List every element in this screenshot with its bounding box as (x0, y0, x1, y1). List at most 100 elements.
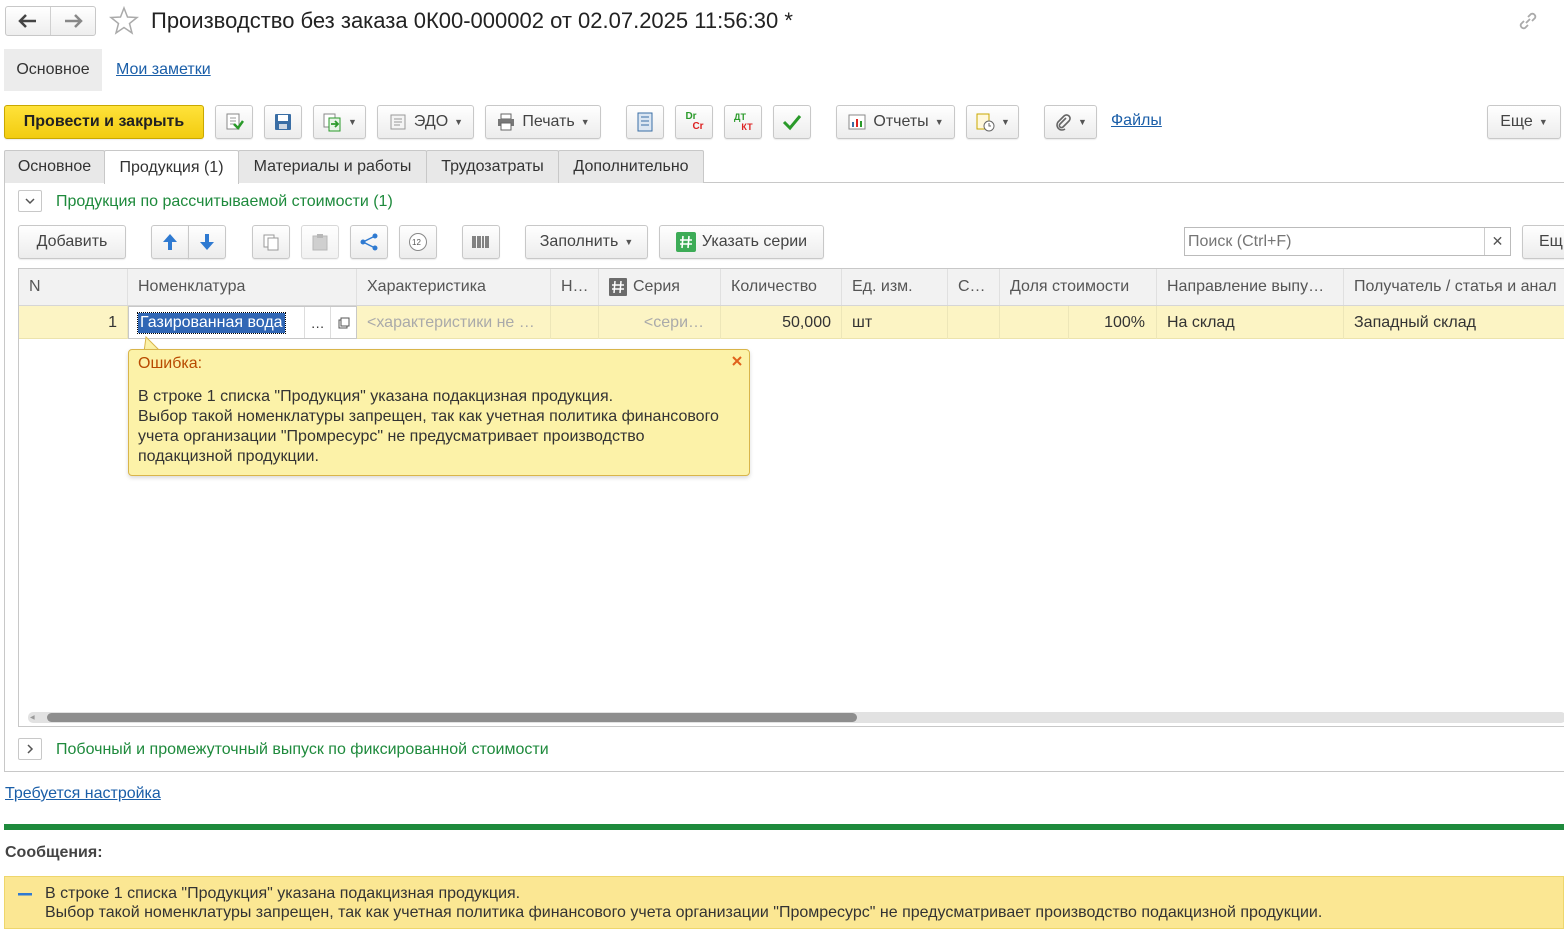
section2-toggle[interactable] (18, 738, 42, 760)
share-button[interactable] (350, 225, 388, 259)
col-nomenclature[interactable]: Номенклатура (128, 269, 357, 305)
error-line-4: подакцизной продукции. (138, 448, 319, 465)
numbering-button[interactable]: 12 (399, 225, 437, 259)
chevron-right-icon (27, 744, 34, 754)
col-recipient[interactable]: Получатель / статья и анал (1344, 269, 1564, 305)
paste-button[interactable] (301, 225, 339, 259)
edo-button[interactable]: ЭДО ▼ (377, 105, 474, 139)
nav-my-notes[interactable]: Мои заметки (116, 61, 211, 79)
chevron-down-icon: ▼ (580, 117, 590, 127)
link-icon[interactable] (1517, 10, 1539, 32)
col-quantity[interactable]: Количество (721, 269, 842, 305)
dr-cr-button[interactable]: Dr Cr (675, 105, 713, 139)
scroll-left-arrow[interactable]: ◀ (30, 714, 35, 721)
specify-series-button[interactable]: Указать серии (659, 225, 824, 259)
attach-button[interactable]: ▼ (1044, 105, 1097, 139)
cell-share[interactable]: 100% (1069, 306, 1157, 339)
move-up-button[interactable] (151, 225, 189, 259)
nomenclature-input[interactable]: Газированная вода (129, 307, 304, 338)
search-field[interactable]: ✕ (1184, 227, 1511, 256)
close-popup-button[interactable] (730, 354, 744, 368)
print-label: Печать (522, 113, 575, 130)
scrollbar-thumb[interactable] (47, 713, 857, 722)
tab-main[interactable]: Основное (4, 150, 105, 183)
col-characteristic[interactable]: Характеристика (357, 269, 551, 305)
search-input[interactable] (1185, 228, 1484, 255)
barcode-icon (472, 236, 489, 248)
forward-button[interactable] (51, 7, 96, 35)
add-row-button[interactable]: Добавить (18, 225, 126, 259)
error-title: Ошибка: (138, 355, 203, 372)
horizontal-scrollbar[interactable] (28, 712, 1564, 723)
save-button[interactable] (264, 105, 302, 139)
create-based-icon (323, 113, 341, 132)
col-series[interactable]: Серия (599, 269, 721, 305)
check-button[interactable] (773, 105, 811, 139)
tab-materials[interactable]: Материалы и работы (238, 150, 427, 183)
move-down-button[interactable] (188, 225, 226, 259)
structure-button[interactable] (626, 105, 664, 139)
search-clear-button[interactable]: ✕ (1484, 228, 1510, 255)
col-n[interactable]: N (19, 269, 128, 305)
cr-label: Cr (692, 121, 704, 132)
col-unit[interactable]: Ед. изм. (842, 269, 948, 305)
chevron-down-icon (25, 198, 35, 205)
chevron-down-icon: ▼ (1078, 117, 1087, 127)
chevron-down-icon: ▼ (1538, 117, 1548, 127)
document-clock-icon (976, 113, 995, 132)
post-document-icon (226, 113, 244, 130)
kt-label: КТ (741, 122, 753, 132)
cell-quantity[interactable]: 50,000 (721, 306, 842, 339)
post-and-close-button[interactable]: Провести и закрыть (4, 105, 204, 139)
cell-unit[interactable]: шт (842, 306, 948, 339)
table-more-button[interactable]: Ещ (1522, 225, 1564, 259)
arrow-left-icon (17, 14, 36, 28)
dt-kt-button[interactable]: ДТ КТ (724, 105, 762, 139)
create-based-on-button[interactable]: ▼ (313, 105, 366, 139)
close-icon (732, 356, 742, 366)
star-icon[interactable] (108, 5, 140, 37)
tab-additional[interactable]: Дополнительно (558, 150, 704, 183)
col-share[interactable]: Доля стоимости (1000, 269, 1157, 305)
cell-recipient[interactable]: Западный склад (1344, 306, 1564, 339)
reports-label: Отчеты (873, 113, 929, 130)
error-line-2: Выбор такой номенклатуры запрещен, так к… (138, 408, 719, 425)
copy-button[interactable] (252, 225, 290, 259)
cell-series[interactable]: <сери… (599, 306, 721, 339)
copy-icon (263, 234, 279, 251)
hash-icon (609, 278, 627, 296)
save-icon (275, 114, 291, 130)
cell-n2[interactable] (551, 306, 599, 339)
col-n2[interactable]: Н… (551, 269, 599, 305)
section1-toggle[interactable] (18, 190, 42, 212)
cell-nomenclature-editor[interactable]: Газированная вода … (128, 306, 357, 339)
arrow-up-icon (163, 234, 177, 250)
fill-button[interactable]: Заполнить ▼ (525, 225, 648, 259)
col-direction[interactable]: Направление выпу… (1157, 269, 1344, 305)
tab-products[interactable]: Продукция (1) (104, 150, 239, 184)
branch-icon (360, 233, 378, 251)
message-line-1: В строке 1 списка "Продукция" указана по… (45, 885, 521, 902)
select-button[interactable]: … (304, 307, 330, 338)
cell-c[interactable] (948, 306, 1000, 339)
print-button[interactable]: Печать ▼ (485, 105, 601, 139)
col-c[interactable]: С… (948, 269, 1000, 305)
cell-characteristic[interactable]: <характеристики не … (357, 306, 551, 339)
nav-main[interactable]: Основное (4, 49, 102, 91)
back-button[interactable] (6, 7, 51, 35)
documents-button[interactable]: ▼ (966, 105, 1019, 139)
reports-button[interactable]: Отчеты ▼ (836, 105, 955, 139)
more-button[interactable]: Еще ▼ (1487, 105, 1561, 139)
error-line-1: В строке 1 списка "Продукция" указана по… (138, 388, 614, 405)
open-button[interactable] (330, 307, 356, 338)
cell-direction[interactable]: На склад (1157, 306, 1344, 339)
cell-n[interactable]: 1 (19, 306, 128, 339)
post-button[interactable] (215, 105, 253, 139)
setup-required-link[interactable]: Требуется настройка (5, 785, 161, 803)
edo-icon (390, 114, 406, 130)
edo-label: ЭДО (413, 113, 449, 130)
barcode-button[interactable] (462, 225, 500, 259)
tab-labor[interactable]: Трудозатраты (426, 150, 559, 183)
messages-header: Сообщения: (5, 844, 103, 861)
files-link[interactable]: Файлы (1111, 112, 1162, 130)
